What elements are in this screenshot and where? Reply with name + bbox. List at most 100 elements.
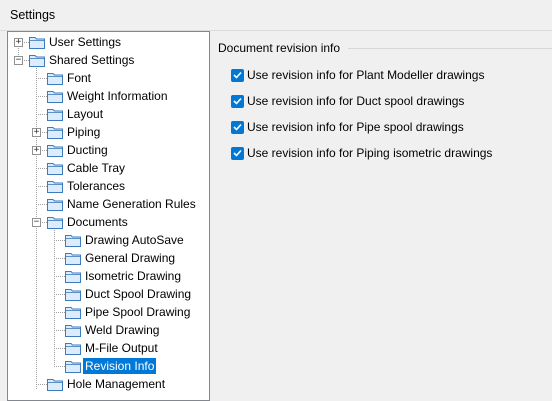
option-duct-spool[interactable]: Use revision info for Duct spool drawing… (231, 93, 464, 109)
option-piping-isometric[interactable]: Use revision info for Piping isometric d… (231, 145, 492, 161)
folder-icon (65, 253, 81, 265)
check-icon (233, 123, 242, 131)
tree-connector (54, 366, 65, 367)
folder-icon (47, 217, 63, 229)
folder-icon (65, 343, 81, 355)
checkbox-piping-isometric[interactable] (231, 146, 244, 160)
folder-icon (47, 109, 63, 121)
folder-icon (47, 145, 63, 157)
tree-item[interactable]: Weld Drawing (8, 321, 209, 339)
option-pipe-spool[interactable]: Use revision info for Pipe spool drawing… (231, 119, 464, 135)
tree-connector (36, 204, 47, 205)
tree-item[interactable]: M-File Output (8, 339, 209, 357)
title-bar: Settings (0, 0, 552, 31)
tree-connector (54, 330, 65, 331)
tree-connector (54, 312, 65, 313)
expand-icon[interactable]: + (14, 38, 23, 47)
folder-icon (65, 307, 81, 319)
tree-item-label: M-File Output (85, 341, 158, 355)
folder-icon (47, 199, 63, 211)
checkbox-duct-spool[interactable] (231, 94, 244, 108)
tree-item[interactable]: General Drawing (8, 249, 209, 267)
tree-item[interactable]: + Piping (8, 123, 209, 141)
tree-item[interactable]: Isometric Drawing (8, 267, 209, 285)
folder-icon (47, 73, 63, 85)
tree-item-label: Piping (67, 125, 101, 139)
tree-item[interactable]: + Ducting (8, 141, 209, 159)
tree-item-label: Weld Drawing (85, 323, 160, 337)
collapse-icon[interactable]: − (14, 56, 23, 65)
settings-tree[interactable]: + User Settings − Shared Settings Font Weight… (7, 31, 210, 401)
tree-item-label: Cable Tray (67, 161, 126, 175)
tree-item-label: General Drawing (85, 251, 176, 265)
tree-item[interactable]: + User Settings (8, 33, 209, 51)
folder-icon (47, 91, 63, 103)
tree-item-label: Shared Settings (49, 53, 135, 67)
tree-item-label: Duct Spool Drawing (85, 287, 192, 301)
tree-item[interactable]: Duct Spool Drawing (8, 285, 209, 303)
check-icon (233, 97, 242, 105)
tree-item-label: Layout (67, 107, 104, 121)
option-label: Use revision info for Duct spool drawing… (247, 94, 465, 108)
tree-connector (36, 384, 47, 385)
tree-item-label: Ducting (67, 143, 108, 157)
tree-item[interactable]: Weight Information (8, 87, 209, 105)
section-title: Document revision info (218, 41, 341, 55)
tree-item[interactable]: − Documents (8, 213, 209, 231)
tree-connector (36, 114, 47, 115)
option-label: Use revision info for Pipe spool drawing… (247, 120, 464, 134)
tree-item-label: Drawing AutoSave (85, 233, 184, 247)
tree-connector (54, 276, 65, 277)
folder-icon (47, 181, 63, 193)
tree-item[interactable]: Tolerances (8, 177, 209, 195)
tree-item-label: Isometric Drawing (85, 269, 182, 283)
tree-connector (36, 186, 47, 187)
folder-icon (65, 361, 81, 373)
tree-item-label: User Settings (49, 35, 122, 49)
folder-icon (47, 379, 63, 391)
tree-connector (54, 258, 65, 259)
tree-item[interactable]: Layout (8, 105, 209, 123)
tree-item[interactable]: Pipe Spool Drawing (8, 303, 209, 321)
tree-connector (54, 348, 65, 349)
folder-icon (65, 271, 81, 283)
collapse-icon[interactable]: − (32, 218, 41, 227)
tree-item-label: Documents (67, 215, 128, 229)
tree-item-label: Hole Management (67, 377, 166, 391)
tree-item-label: Pipe Spool Drawing (85, 305, 191, 319)
tree-connector (36, 168, 47, 169)
tree-connector (36, 96, 47, 97)
checkbox-pipe-spool[interactable] (231, 120, 244, 134)
tree-item-label: Name Generation Rules (67, 197, 196, 211)
check-icon (233, 71, 242, 79)
folder-icon (65, 235, 81, 247)
folder-icon (47, 127, 63, 139)
checkbox-plant-modeller[interactable] (231, 68, 244, 82)
tree-item[interactable]: Drawing AutoSave (8, 231, 209, 249)
folder-icon (65, 289, 81, 301)
tree-connector (54, 294, 65, 295)
tree-item[interactable]: Hole Management (8, 375, 209, 393)
folder-icon (65, 325, 81, 337)
option-label: Use revision info for Piping isometric d… (247, 146, 493, 160)
tree-item-label: Tolerances (67, 179, 126, 193)
tree-item[interactable]: Font (8, 69, 209, 87)
expand-icon[interactable]: + (32, 128, 41, 137)
window-title: Settings (10, 8, 56, 22)
tree-item-label: Font (67, 71, 92, 85)
tree-item-label: Weight Information (67, 89, 168, 103)
tree-item[interactable]: − Shared Settings (8, 51, 209, 69)
tree-item[interactable]: Name Generation Rules (8, 195, 209, 213)
option-plant-modeller[interactable]: Use revision info for Plant Modeller dra… (231, 67, 484, 83)
tree-connector (54, 240, 65, 241)
tree-item[interactable]: Cable Tray (8, 159, 209, 177)
folder-icon (47, 163, 63, 175)
check-icon (233, 149, 242, 157)
tree-connector (36, 78, 47, 79)
section-divider (348, 48, 552, 49)
tree-item-label: Revision Info (83, 358, 157, 374)
folder-icon (29, 55, 45, 67)
option-label: Use revision info for Plant Modeller dra… (247, 68, 485, 82)
tree-item[interactable]: Revision Info (8, 357, 209, 375)
expand-icon[interactable]: + (32, 146, 41, 155)
